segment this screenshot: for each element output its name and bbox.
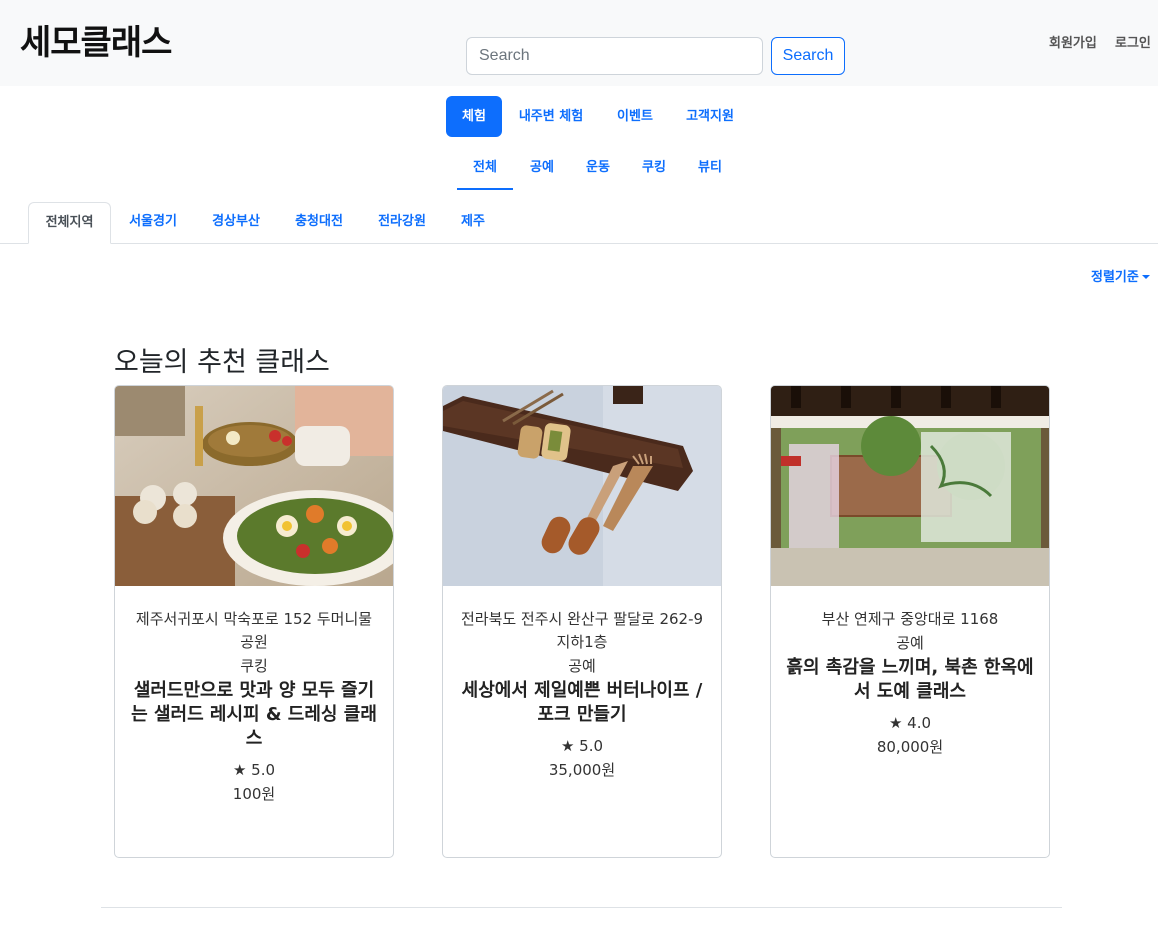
class-title[interactable]: 샐러드만으로 맛과 양 모두 즐기는 샐러드 레시피 & 드레싱 클래스 [129, 679, 379, 751]
salad-photo [115, 386, 393, 586]
region-tab-seoul-gyeonggi[interactable]: 서울경기 [116, 202, 190, 244]
signup-link[interactable]: 회원가입 [1049, 32, 1097, 51]
site-logo[interactable]: 세모클래스 [20, 20, 172, 66]
subtab-all[interactable]: 전체 [457, 150, 513, 190]
subtab-exercise[interactable]: 운동 [572, 150, 624, 190]
class-price: 100원 [232, 785, 276, 803]
search-button[interactable]: Search [771, 37, 845, 75]
class-rating: ★ 4.0 [888, 714, 932, 732]
region-tab-all[interactable]: 전체지역 [28, 202, 111, 244]
class-address: 부산 연제구 중앙대로 1168 [821, 610, 999, 628]
class-image[interactable] [771, 386, 1049, 586]
sort-dropdown[interactable]: 정렬기준 [1091, 266, 1150, 285]
sort-label: 정렬기준 [1091, 270, 1139, 285]
class-category: 쿠킹 [240, 657, 268, 675]
butter-knife-photo [443, 386, 721, 586]
region-tabs: 전체지역 서울경기 경상부산 충청대전 전라강원 제주 [0, 202, 1158, 244]
region-tab-gyeongsang-busan[interactable]: 경상부산 [199, 202, 273, 244]
tab-event[interactable]: 이벤트 [604, 96, 666, 137]
subtab-beauty[interactable]: 뷰티 [684, 150, 736, 190]
class-card[interactable]: 부산 연제구 중앙대로 1168 공예 흙의 촉감을 느끼며, 북촌 한옥에서 … [770, 385, 1050, 858]
class-title[interactable]: 세상에서 제일예쁜 버터나이프 / 포크 만들기 [457, 679, 707, 727]
section-divider [101, 907, 1062, 908]
hanok-photo [771, 386, 1049, 586]
search-input[interactable] [466, 37, 763, 75]
region-tab-jeolla-gangwon[interactable]: 전라강원 [365, 202, 439, 244]
region-tab-jeju[interactable]: 제주 [448, 202, 498, 244]
section-title: 오늘의 추천 클래스 [114, 347, 330, 378]
tab-customer-support[interactable]: 고객지원 [678, 96, 742, 137]
class-address: 제주서귀포시 막숙포로 152 두머니물 공원 [135, 610, 373, 651]
region-tab-chungcheong-daejeon[interactable]: 충청대전 [282, 202, 356, 244]
tab-nearby-experience[interactable]: 내주변 체험 [510, 96, 592, 137]
main-category-tabs: 체험 내주변 체험 이벤트 고객지원 [0, 96, 1158, 137]
sub-category-tabs: 전체 공예 운동 쿠킹 뷰티 [0, 150, 1158, 190]
class-category: 공예 [896, 634, 924, 652]
subtab-craft[interactable]: 공예 [516, 150, 568, 190]
class-card[interactable]: 제주서귀포시 막숙포로 152 두머니물 공원 쿠킹 샐러드만으로 맛과 양 모… [114, 385, 394, 858]
class-price: 80,000원 [876, 738, 944, 756]
subtab-cooking[interactable]: 쿠킹 [628, 150, 680, 190]
class-price: 35,000원 [548, 761, 616, 779]
class-rating: ★ 5.0 [560, 737, 604, 755]
caret-down-icon [1141, 274, 1150, 279]
class-rating: ★ 5.0 [232, 761, 276, 779]
class-address: 전라북도 전주시 완산구 팔달로 262-9 지하1층 [460, 610, 704, 651]
class-image[interactable] [443, 386, 721, 586]
class-title[interactable]: 흙의 촉감을 느끼며, 북촌 한옥에서 도예 클래스 [785, 656, 1035, 704]
class-card[interactable]: 전라북도 전주시 완산구 팔달로 262-9 지하1층 공예 세상에서 제일예쁜… [442, 385, 722, 858]
tab-experience[interactable]: 체험 [446, 96, 502, 137]
class-image[interactable] [115, 386, 393, 586]
login-link[interactable]: 로그인 [1115, 32, 1151, 51]
class-category: 공예 [568, 657, 596, 675]
top-navbar: 세모클래스 Search 회원가입 로그인 [0, 0, 1158, 86]
